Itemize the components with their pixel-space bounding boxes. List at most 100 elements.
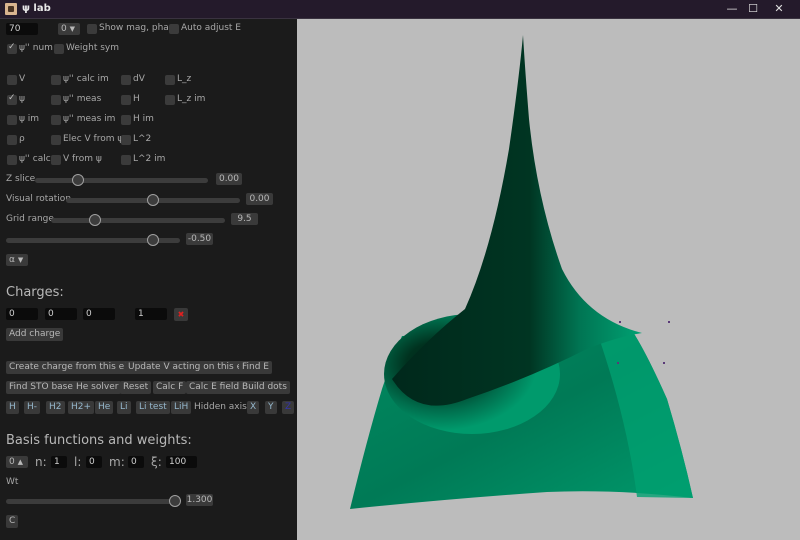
toggle-lz-checkbox[interactable] — [165, 75, 175, 85]
find-e-button[interactable]: Find E — [239, 361, 272, 374]
z-slice-slider[interactable] — [35, 174, 208, 186]
mode-dropdown-value: 0 — [61, 24, 67, 34]
toggle-h-checkbox[interactable] — [121, 95, 131, 105]
charge-y-input[interactable]: 0 — [45, 308, 77, 320]
basis-index-value: 0 — [9, 457, 15, 467]
element-h-minus-button[interactable]: H- — [24, 401, 41, 414]
create-charge-button[interactable]: Create charge from this elec — [6, 361, 141, 374]
hidden-axis-y-button[interactable]: Y — [265, 401, 277, 414]
z-slice-label: Z slice — [6, 174, 36, 184]
alpha-dropdown-value: α — [9, 255, 15, 265]
toggle-h-im-checkbox[interactable] — [121, 115, 131, 125]
toggle-l2-im-checkbox[interactable] — [121, 155, 131, 165]
visual-rotation-slider[interactable] — [66, 194, 240, 206]
energy-slider[interactable] — [6, 234, 180, 246]
charges-heading: Charges: — [6, 285, 64, 300]
toggle-psi-im-checkbox[interactable] — [7, 115, 17, 125]
control-panel: 70 0 ▼ Show mag, phase Auto adjust E ψ''… — [0, 19, 296, 540]
3d-viewport[interactable] — [297, 19, 800, 540]
wt-label: Wt — [6, 477, 19, 487]
toggle-rho-checkbox[interactable] — [7, 135, 17, 145]
show-mag-phase-label: Show mag, phase — [99, 23, 180, 33]
n-points-input[interactable]: 70 — [6, 23, 38, 35]
psi-pp-num-checkbox[interactable] — [7, 42, 17, 54]
xi-input[interactable]: 100 — [166, 456, 197, 468]
toggle-psi-checkbox[interactable] — [7, 93, 17, 105]
element-h2-button[interactable]: H2 — [46, 401, 65, 414]
add-charge-button[interactable]: Add charge — [6, 328, 64, 341]
toggle-elec-v-from-psi-label: Elec V from ψ — [63, 134, 124, 144]
element-li-test-button[interactable]: Li test — [136, 401, 170, 414]
auto-adjust-e-checkbox[interactable] — [169, 24, 179, 34]
element-lih-button[interactable]: LiH — [171, 401, 192, 414]
chevron-down-icon: ▼ — [17, 256, 24, 264]
toggle-l2-im-label: L^2 im — [133, 154, 166, 164]
toggle-psi-pp-meas-im-label: ψ'' meas im — [63, 114, 116, 124]
calc-e-field-button[interactable]: Calc E field — [186, 381, 243, 394]
delete-charge-icon[interactable]: ✖ — [174, 308, 188, 321]
toggle-psi-pp-meas-im-checkbox[interactable] — [51, 115, 61, 125]
basis-index-dropdown[interactable]: 0 ▲ — [6, 456, 28, 468]
charge-z-input[interactable]: 0 — [83, 308, 115, 320]
toggle-psi-pp-calc-checkbox[interactable] — [7, 155, 17, 165]
energy-slider-handle[interactable] — [147, 234, 160, 246]
l-label: l: — [74, 455, 82, 469]
weight-sym-checkbox[interactable] — [54, 44, 64, 54]
toggle-psi-pp-calc-im-checkbox[interactable] — [51, 75, 61, 85]
wt-value[interactable]: 1.300 — [186, 494, 213, 506]
xi-label: ξ: — [151, 455, 162, 469]
element-h-button[interactable]: H — [6, 401, 19, 414]
charge-q-input[interactable]: 1 — [135, 308, 167, 320]
mode-dropdown[interactable]: 0 ▼ — [58, 23, 80, 35]
z-slice-value[interactable]: 0.00 — [216, 173, 242, 185]
toggle-v-checkbox[interactable] — [7, 75, 17, 85]
grid-dot — [619, 321, 621, 323]
calc-f-button[interactable]: Calc F — [153, 381, 187, 394]
element-h2-plus-button[interactable]: H2+ — [68, 401, 95, 414]
toggle-lz-im-checkbox[interactable] — [165, 95, 175, 105]
build-dots-button[interactable]: Build dots — [239, 381, 290, 394]
grid-range-slider[interactable] — [51, 214, 225, 226]
show-mag-phase-checkbox[interactable] — [87, 24, 97, 34]
wt-slider[interactable] — [6, 495, 181, 507]
toggle-dv-checkbox[interactable] — [121, 75, 131, 85]
grid-range-value[interactable]: 9.5 — [231, 213, 258, 225]
grid-range-label: Grid range — [6, 214, 54, 224]
psi-surface-plot — [350, 35, 693, 509]
maximize-button[interactable]: ☐ — [741, 1, 765, 17]
toggle-l2-checkbox[interactable] — [121, 135, 131, 145]
toggle-rho-label: ρ — [19, 134, 25, 144]
toggle-h-label: H — [133, 94, 140, 104]
m-label: m: — [109, 455, 125, 469]
hidden-axis-x-button[interactable]: X — [247, 401, 260, 414]
visual-rotation-value[interactable]: 0.00 — [246, 193, 273, 205]
auto-adjust-e-label: Auto adjust E — [181, 23, 241, 33]
visual-rotation-label: Visual rotation — [6, 194, 72, 204]
c-button[interactable]: C — [6, 515, 19, 528]
find-sto-bases-button[interactable]: Find STO bases — [6, 381, 81, 394]
n-input[interactable]: 1 — [51, 456, 67, 468]
toggle-lz-label: L_z — [177, 74, 192, 84]
hidden-axis-z-button[interactable]: Z — [282, 401, 295, 414]
grid-range-slider-handle[interactable] — [88, 214, 101, 226]
visual-rotation-slider-handle[interactable] — [147, 194, 159, 206]
wt-slider-handle[interactable] — [169, 495, 181, 507]
charge-x-input[interactable]: 0 — [6, 308, 38, 320]
element-he-button[interactable]: He — [95, 401, 114, 414]
toggle-psi-pp-calc-im-label: ψ'' calc im — [63, 74, 109, 84]
z-slice-slider-handle[interactable] — [72, 174, 85, 186]
alpha-dropdown[interactable]: α ▼ — [6, 254, 28, 266]
toggle-psi-pp-meas-label: ψ'' meas — [63, 94, 102, 104]
grid-dot — [663, 362, 665, 364]
toggle-v-from-psi-checkbox[interactable] — [51, 155, 61, 165]
he-solver-button[interactable]: He solver — [73, 381, 122, 394]
element-li-button[interactable]: Li — [117, 401, 131, 414]
toggle-psi-pp-meas-checkbox[interactable] — [51, 95, 61, 105]
m-input[interactable]: 0 — [128, 456, 144, 468]
energy-value[interactable]: -0.50 — [186, 233, 213, 245]
close-button[interactable]: ✕ — [767, 1, 791, 17]
l-input[interactable]: 0 — [86, 456, 102, 468]
reset-button[interactable]: Reset — [120, 381, 152, 394]
toggle-psi-label: ψ — [19, 94, 25, 104]
toggle-elec-v-from-psi-checkbox[interactable] — [51, 135, 61, 145]
